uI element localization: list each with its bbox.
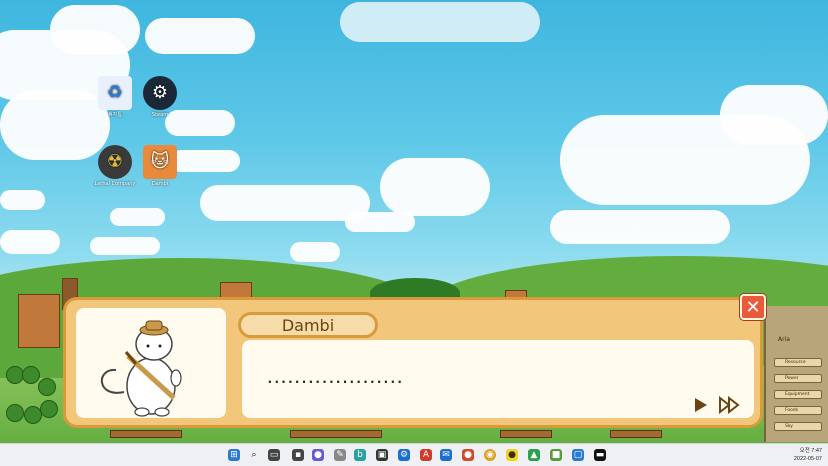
close-icon: ✕ bbox=[745, 296, 761, 318]
kakao-icon[interactable]: ● bbox=[506, 449, 518, 461]
desktop: ♻ 휴지통 ⚙ Steam ☢ Lethal Company 🐱 Dambi A… bbox=[0, 0, 828, 466]
dialog-text: .................... bbox=[266, 372, 404, 387]
play-icon[interactable] bbox=[691, 396, 711, 414]
app-icon[interactable]: ▢ bbox=[572, 449, 584, 461]
cloud bbox=[290, 242, 340, 262]
cloud bbox=[0, 190, 45, 210]
cloud bbox=[145, 18, 255, 54]
tree bbox=[38, 378, 56, 396]
system-clock[interactable]: 오전 7:47 2022-05-07 bbox=[794, 447, 822, 463]
side-panel-button[interactable]: Equipment bbox=[774, 390, 822, 399]
fence bbox=[110, 430, 182, 438]
task-view-icon[interactable]: ▭ bbox=[268, 449, 280, 461]
fence bbox=[610, 430, 662, 438]
lethal-company-icon: ☢ bbox=[98, 145, 132, 179]
desktop-icon-recycle-bin[interactable]: ♻ 휴지통 bbox=[92, 76, 138, 118]
cloud bbox=[550, 210, 730, 244]
chrome-icon[interactable]: ◉ bbox=[484, 449, 496, 461]
terminal-icon[interactable]: ▬ bbox=[594, 449, 606, 461]
desktop-icon-label: Lethal Company bbox=[94, 181, 136, 187]
adobe-icon[interactable]: A bbox=[420, 449, 432, 461]
tree bbox=[22, 366, 40, 384]
desktop-icon-label: Dambi bbox=[151, 181, 169, 187]
fence bbox=[500, 430, 552, 438]
dambi-game-icon: 🐱 bbox=[143, 145, 177, 179]
side-panel-title: Aria bbox=[778, 336, 790, 343]
desktop-icon-label: 휴지통 bbox=[108, 112, 122, 118]
dialog-box: Dambi .................... bbox=[63, 297, 763, 428]
app-icon[interactable]: ■ bbox=[550, 449, 562, 461]
clock-time: 오전 7:47 bbox=[799, 448, 822, 454]
close-button[interactable]: ✕ bbox=[740, 294, 766, 320]
game-side-panel: Aria Resource Power Equipment Foods Sky bbox=[764, 306, 828, 442]
fast-forward-icon[interactable] bbox=[718, 395, 740, 415]
bing-icon[interactable]: b bbox=[354, 449, 366, 461]
cloud bbox=[0, 230, 60, 254]
cloud bbox=[110, 208, 165, 226]
side-panel-button[interactable]: Power bbox=[774, 374, 822, 383]
taskbar: ⊞ ⌕ ▭ ▪ ● ✎ b ▣ ⚙ A ✉ ● ◉ ● ▲ ■ ▢ ▬ 오전 7… bbox=[0, 443, 828, 466]
recycle-bin-icon: ♻ bbox=[98, 76, 132, 110]
side-panel-button[interactable]: Sky bbox=[774, 422, 822, 431]
store-icon[interactable]: ▣ bbox=[376, 449, 388, 461]
side-panel-button[interactable]: Resource bbox=[774, 358, 822, 367]
portrait-frame bbox=[76, 308, 226, 418]
cloud bbox=[380, 158, 490, 216]
windows-start-icon[interactable]: ⊞ bbox=[228, 449, 240, 461]
cloud bbox=[50, 5, 140, 55]
file-explorer-icon[interactable]: ▪ bbox=[292, 449, 304, 461]
side-panel-button[interactable]: Foods bbox=[774, 406, 822, 415]
farm-house bbox=[18, 294, 60, 348]
desktop-icon-dambi[interactable]: 🐱 Dambi bbox=[137, 145, 183, 187]
chat-icon[interactable]: ● bbox=[312, 449, 324, 461]
speaker-name-tag: Dambi bbox=[238, 312, 378, 338]
settings-icon[interactable]: ⚙ bbox=[398, 449, 410, 461]
steam-icon: ⚙ bbox=[143, 76, 177, 110]
cloud bbox=[90, 237, 160, 255]
edit-icon[interactable]: ✎ bbox=[334, 449, 346, 461]
mail-icon[interactable]: ✉ bbox=[440, 449, 452, 461]
cloud bbox=[720, 85, 828, 145]
desktop-icon-steam[interactable]: ⚙ Steam bbox=[137, 76, 183, 118]
desktop-icon-label: Steam bbox=[151, 112, 169, 118]
desktop-icon-lethal-company[interactable]: ☢ Lethal Company bbox=[92, 145, 138, 187]
cloud bbox=[200, 185, 370, 221]
cloud bbox=[345, 212, 415, 232]
tree bbox=[40, 400, 58, 418]
search-icon[interactable]: ⌕ bbox=[248, 449, 260, 461]
white-cat-with-hat-portrait bbox=[100, 320, 182, 417]
clock-date: 2022-05-07 bbox=[793, 456, 822, 462]
cloud bbox=[340, 2, 540, 42]
tree bbox=[6, 404, 24, 422]
game-icon[interactable]: ● bbox=[462, 449, 474, 461]
fence bbox=[290, 430, 382, 438]
photos-icon[interactable]: ▲ bbox=[528, 449, 540, 461]
